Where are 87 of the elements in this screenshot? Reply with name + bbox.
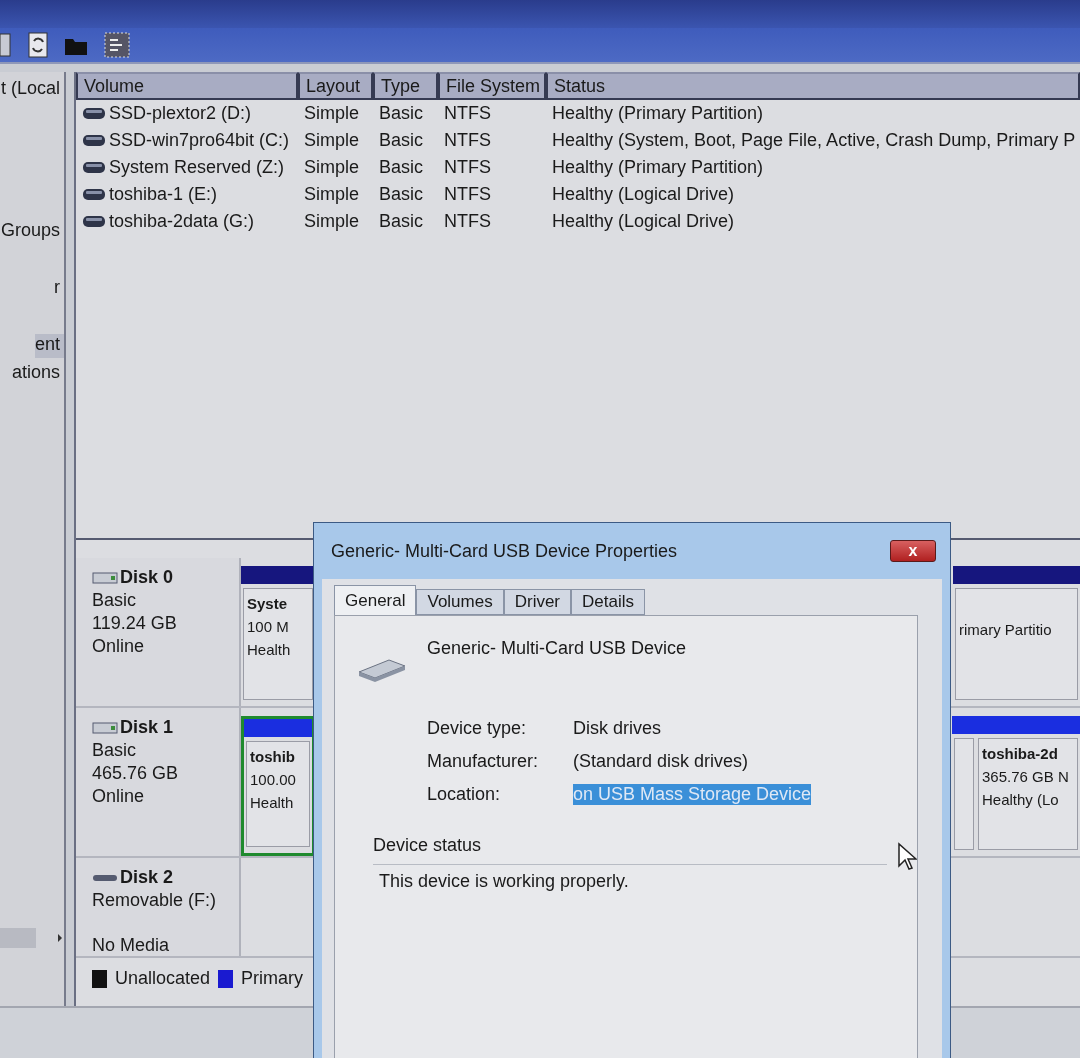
table-cell: NTFS [444, 103, 491, 124]
table-cell: Simple [304, 211, 360, 232]
table-cell: NTFS [444, 184, 491, 205]
property-value: Disk drives [573, 718, 661, 739]
scrollbar-drawing [0, 926, 64, 950]
partition[interactable]: toshib 100.00 Health [241, 716, 315, 856]
property-value: (Standard disk drives) [573, 751, 749, 772]
table-cell: Healthy (Primary Partition) [552, 103, 764, 124]
table-cell: Healthy (Logical Drive) [552, 211, 735, 232]
property-value: on USB Mass Storage Device [573, 784, 812, 805]
table-cell: Simple [304, 130, 360, 151]
drive-icon [82, 107, 106, 120]
property-label: Device type: [427, 718, 528, 739]
column-header[interactable]: Volume [76, 72, 298, 100]
table-cell: SSD-win7pro64bit (C:) [109, 130, 290, 151]
column-header[interactable]: File System [438, 72, 546, 100]
tab[interactable]: Driver [503, 589, 572, 615]
table-cell: Basic [379, 184, 423, 205]
tree-item[interactable]: Groups [0, 220, 64, 244]
table-cell: NTFS [444, 130, 491, 151]
tab[interactable]: Details [571, 589, 645, 615]
cursor-icon [897, 842, 917, 872]
status-text: This device is working properly. [379, 871, 630, 892]
drive-icon [82, 215, 106, 228]
disk-info: No Media [92, 934, 171, 957]
property-label: Manufacturer: [427, 751, 540, 772]
tree-item[interactable]: t (Local [0, 78, 64, 102]
table-cell: Healthy (Logical Drive) [552, 184, 735, 205]
table-cell: NTFS [444, 211, 491, 232]
dialog-title: Generic- Multi-Card USB Device Properties [331, 540, 678, 562]
refresh-icon[interactable] [28, 32, 48, 58]
legend-label: Unallocated [115, 968, 211, 989]
table-cell: SSD-plextor2 (D:) [109, 103, 252, 124]
table-cell: Simple [304, 157, 360, 178]
disk-info: Basic [92, 589, 137, 612]
disk-name: Disk 1 [120, 716, 174, 739]
partition-info: toshib [250, 747, 296, 767]
partition-info: toshiba-2d [982, 744, 1059, 764]
table-cell: Basic [379, 211, 423, 232]
partition-info: Syste [247, 594, 289, 614]
table-cell: Simple [304, 184, 360, 205]
column-header[interactable]: Status [546, 72, 1080, 100]
partition-info: Health [247, 640, 292, 660]
table-cell: toshiba-1 (E:) [109, 184, 218, 205]
hard-drive-icon [92, 570, 118, 585]
table-cell: Simple [304, 103, 360, 124]
table-cell: NTFS [444, 157, 491, 178]
removable-drive-icon [92, 872, 118, 883]
table-cell: Healthy (Primary Partition) [552, 157, 764, 178]
partition-info: 100 M [247, 617, 290, 637]
disk-info: Online [92, 785, 146, 808]
tree-item[interactable]: ations [11, 362, 64, 386]
properties-icon[interactable] [104, 32, 130, 58]
disk-info: Basic [92, 739, 137, 762]
disk-name: Disk 0 [120, 566, 174, 589]
close-button[interactable]: x [890, 540, 936, 562]
drive-icon [82, 161, 106, 174]
table-cell: toshiba-2data (G:) [109, 211, 255, 232]
tree-item[interactable]: ent [34, 334, 64, 358]
table-cell: System Reserved (Z:) [109, 157, 285, 178]
tab[interactable]: General [334, 585, 417, 615]
device-name: Generic- Multi-Card USB Device [427, 638, 687, 659]
disk-info: 465.76 GB [92, 762, 180, 785]
partition-info: 100.00 [250, 770, 297, 790]
column-header[interactable]: Layout [298, 72, 373, 100]
table-cell: Basic [379, 157, 423, 178]
disk-info: Removable (F:) [92, 889, 218, 912]
property-label: Location: [427, 784, 502, 805]
disk-info: Online [92, 635, 146, 658]
disk-info: 119.24 GB [92, 612, 178, 635]
group-label: Device status [373, 835, 483, 856]
column-header[interactable]: Type [373, 72, 438, 100]
partition-info: Health [250, 793, 295, 813]
hard-drive-icon [92, 720, 118, 735]
tab[interactable]: Volumes [416, 589, 504, 615]
table-cell: Basic [379, 103, 423, 124]
partition-info: Healthy (Lo [982, 790, 1060, 810]
table-cell: Healthy (System, Boot, Page File, Active, Crash Dump, Primary P [552, 130, 1076, 151]
disk-name: Disk 2 [120, 866, 174, 889]
drive-icon [82, 134, 106, 147]
partition-info: 365.76 GB N [982, 767, 1070, 787]
drive-icon [82, 188, 106, 201]
document-icon[interactable] [0, 32, 12, 58]
legend-label: Primary [241, 968, 304, 989]
table-cell: Basic [379, 130, 423, 151]
partition-info: rimary Partitio [959, 620, 1053, 640]
tree-item[interactable]: r [54, 277, 64, 301]
